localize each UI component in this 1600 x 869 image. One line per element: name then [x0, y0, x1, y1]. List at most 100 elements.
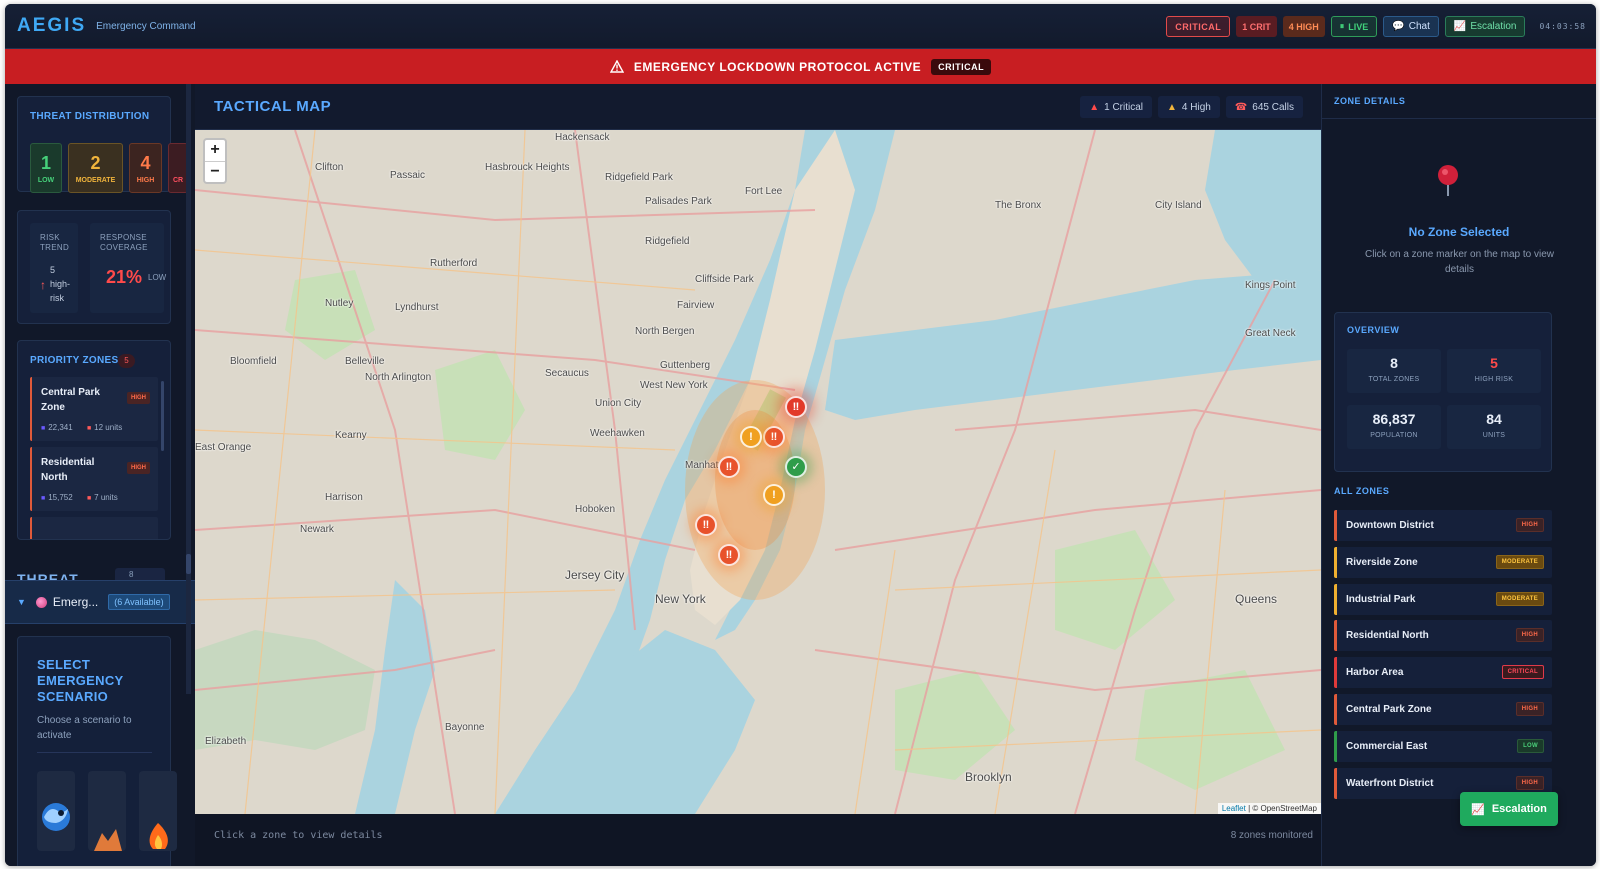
lockdown-banner: EMERGENCY LOCKDOWN PROTOCOL ACTIVE CRITI… — [5, 49, 1596, 84]
zoom-in-button[interactable]: + — [205, 140, 225, 161]
zone-marker[interactable]: ‼ — [718, 544, 740, 566]
critical-status-pill[interactable]: CRITICAL — [1166, 16, 1231, 37]
scenario-card-fire[interactable] — [139, 771, 177, 851]
units-stat: 84 UNITS — [1447, 405, 1541, 449]
zone-marker[interactable]: ! — [763, 484, 785, 506]
escalation-header-button[interactable]: 📈 Escalation — [1444, 16, 1526, 37]
priority-zones-card: PRIORITY ZONES 5 Central Park Zone HIGH … — [17, 340, 171, 540]
zone-list-item[interactable]: Central Park Zone HIGH — [1334, 694, 1552, 725]
emergency-label: Emerg... — [52, 595, 99, 609]
wave-icon — [42, 803, 70, 831]
response-coverage-value: 21% — [106, 267, 143, 287]
zone-level-badge: HIGH — [1515, 628, 1544, 643]
units-label: UNITS — [1482, 432, 1506, 439]
zone-marker[interactable]: ✓ — [785, 456, 807, 478]
chat-button[interactable]: 💬 Chat — [1383, 16, 1439, 37]
priority-zone-item[interactable]: Residential North HIGH ■ 15,752 ■ 7 units — [30, 447, 158, 511]
zone-name: Riverside Zone — [1346, 556, 1418, 568]
priority-zone-item[interactable] — [30, 517, 158, 539]
map-place-label: Ridgefield Park — [605, 172, 673, 183]
map-footer-hint: Click a zone to view details — [214, 830, 383, 841]
scenario-card-earthquake[interactable] — [88, 771, 126, 851]
critical-stat: ▲ 1 Critical — [1080, 96, 1153, 118]
banner-text: EMERGENCY LOCKDOWN PROTOCOL ACTIVE — [633, 59, 922, 74]
zone-list-item[interactable]: Industrial Park MODERATE — [1334, 583, 1552, 615]
emergency-dropdown[interactable]: ▼ Emerg... (6 Available) — [5, 580, 195, 624]
map-place-label: Union City — [595, 398, 642, 409]
map-pin-icon — [1438, 165, 1458, 196]
leaflet-link[interactable]: Leaflet — [1222, 804, 1246, 813]
zone-marker[interactable]: ‼ — [695, 514, 717, 536]
zone-name: Commercial East — [1346, 740, 1428, 752]
left-panel-scrollbar-thumb[interactable] — [186, 554, 191, 574]
truck-icon: ■ — [86, 425, 92, 432]
map-footer-status: 8 zones monitored — [1230, 830, 1313, 841]
zone-marker[interactable]: ! — [740, 426, 762, 448]
app-logo: AEGIS — [17, 15, 87, 36]
map-place-label: Bayonne — [445, 722, 485, 733]
map-place-label: Great Neck — [1245, 328, 1296, 339]
high-risk-label: HIGH RISK — [1474, 376, 1514, 383]
priority-zone-units: 12 units — [94, 423, 123, 432]
zone-list-item[interactable]: Riverside Zone MODERATE — [1334, 546, 1552, 578]
map-place-label: Kearny — [335, 430, 367, 441]
zone-list-item[interactable]: Commercial East LOW — [1334, 730, 1552, 762]
map-place-label: Fort Lee — [745, 186, 783, 197]
zone-name: Central Park Zone — [1346, 704, 1432, 715]
banner-badge: CRITICAL — [931, 58, 992, 75]
zone-level-badge: CRITICAL — [1501, 665, 1544, 680]
tactical-map[interactable]: Clifton Passaic Hackensack Hasbrouck Height… — [195, 130, 1321, 814]
threat-distribution-card: THREAT DISTRIBUTION 1 LOW 2 MODERATE 4 H… — [17, 96, 188, 193]
priority-zone-name: Residential North — [41, 457, 95, 483]
map-place-label: Lyndhurst — [395, 302, 439, 313]
zone-level-badge: MODERATE — [1495, 554, 1544, 569]
threat-distribution-title: THREAT DISTRIBUTION — [30, 111, 150, 122]
zone-list-item[interactable]: Residential North HIGH — [1334, 620, 1552, 652]
priority-zone-item[interactable]: Central Park Zone HIGH ■ 22,341 ■ 12 units — [30, 377, 158, 441]
population-stat: 86,837 POPULATION — [1347, 405, 1441, 449]
zone-marker[interactable]: ‼ — [763, 426, 785, 448]
calls-stat: ☎ 645 Calls — [1225, 96, 1303, 118]
risk-trend-box: RISK TREND ↑ 5 high-risk — [30, 223, 78, 313]
zone-level-badge: LOW — [1517, 738, 1544, 753]
zone-list-item[interactable]: Downtown District HIGH — [1334, 510, 1552, 541]
high-risk-stat: 5 HIGH RISK — [1447, 349, 1541, 393]
priority-zone-badge: HIGH — [127, 392, 150, 404]
chat-bubble-icon: 💬 — [1392, 21, 1405, 32]
risk-trend-value: 5 high-risk — [50, 265, 71, 303]
zone-details-panel: ZONE DETAILS No Zone Selected Click on a… — [1321, 84, 1596, 866]
map-place-label: New York — [655, 592, 706, 606]
scenario-card-flood[interactable] — [37, 771, 75, 851]
divider — [1322, 118, 1596, 119]
map-place-label: Fairview — [677, 300, 715, 311]
map-title: TACTICAL MAP — [214, 98, 332, 115]
priority-zone-meta: ■ 15,752 ■ 7 units — [41, 493, 118, 502]
zone-marker[interactable]: ‼ — [785, 396, 807, 418]
left-panel-scrollbar-track[interactable] — [186, 84, 191, 694]
response-coverage-label: RESPONSE COVERAGE — [100, 233, 148, 252]
live-button[interactable]: ⏸ LIVE — [1330, 16, 1378, 37]
zone-list-item[interactable]: Harbor Area CRITICAL — [1334, 657, 1552, 689]
warning-icon — [609, 60, 624, 73]
chevron-down-icon: ▼ — [17, 597, 26, 607]
divider — [37, 752, 152, 753]
map-place-label: Elizabeth — [205, 736, 247, 747]
live-label: LIVE — [1348, 21, 1369, 32]
priority-zone-units: 7 units — [94, 493, 118, 502]
risk-card: RISK TREND ↑ 5 high-risk RESPONSE COVERA… — [17, 210, 171, 324]
crit-count-badge: 1 CRIT — [1236, 16, 1277, 37]
app-subtitle: Emergency Command — [96, 20, 196, 32]
map-footer: Click a zone to view details 8 zones mon… — [195, 814, 1321, 866]
zone-name: Downtown District — [1346, 520, 1434, 531]
zone-marker[interactable]: ‼ — [718, 456, 740, 478]
overview-title: OVERVIEW — [1347, 325, 1400, 335]
risk-trend-label: RISK TREND — [40, 233, 70, 252]
high-stat-label: 4 High — [1181, 101, 1211, 113]
app-window: AEGIS Emergency Command CRITICAL 1 CRIT … — [5, 4, 1596, 866]
zone-name: Industrial Park — [1346, 593, 1416, 605]
map-place-label: West New York — [640, 380, 708, 391]
priority-zones-scrollbar[interactable] — [161, 381, 164, 451]
map-place-label: Hoboken — [575, 504, 616, 515]
escalation-button[interactable]: 📈 Escalation — [1460, 792, 1558, 826]
zoom-out-button[interactable]: − — [205, 161, 225, 182]
